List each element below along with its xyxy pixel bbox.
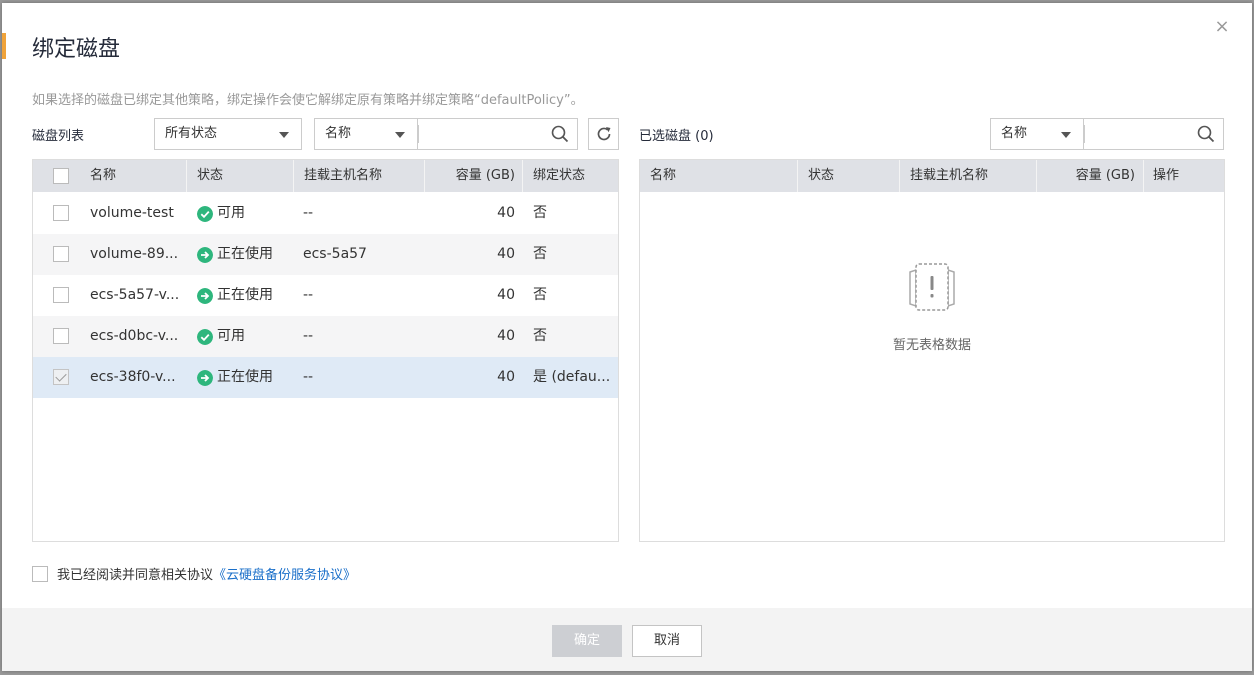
policy-notice: 如果选择的磁盘已绑定其他策略，绑定操作会使它解绑定原有策略并绑定策略“defau… [32,93,584,108]
empty-data-text: 暂无表格数据 [892,338,971,353]
agreement-checkbox[interactable] [32,566,48,582]
row-checkbox[interactable] [53,205,69,221]
row-checkbox[interactable] [53,328,69,344]
disk-capacity: 40 [497,369,515,385]
dialog-title: 绑定磁盘 [32,37,121,62]
table-header: 名称 状态 挂载主机名称 容量 (GB) 操作 [640,160,1224,192]
left-search-field-select[interactable]: 名称 [314,118,418,150]
disk-name: ecs-38f0-v... [90,369,176,385]
right-search-box [1084,118,1224,150]
chevron-down-icon [395,132,405,138]
cancel-button[interactable]: 取消 [632,625,702,657]
disk-host: -- [303,205,314,221]
agreement-prefix: 我已经阅读并同意相关协议 [57,568,214,583]
column-header: 挂载主机名称 [304,168,383,183]
disk-status: 正在使用 [217,369,273,385]
disk-name: volume-89... [90,246,179,262]
check-circle-icon [197,329,213,345]
table-row[interactable]: ecs-d0bc-v... 可用 -- 40 否 [33,316,618,357]
table-row[interactable]: ecs-38f0-v... 正在使用 -- 40 是 (defau... [33,357,618,398]
refresh-icon [597,127,611,141]
disk-bind-status: 否 [533,205,547,221]
disk-list-table: 名称 状态 挂载主机名称 容量 (GB) 绑定状态 volume-test 可用 -… [32,159,619,542]
left-search-input[interactable] [424,123,544,145]
column-header: 操作 [1153,168,1180,183]
column-header: 容量 (GB) [455,168,515,183]
disk-bind-status: 是 (defau... [533,369,611,385]
disk-host: ecs-5a57 [303,246,367,262]
select-all-checkbox[interactable] [53,168,69,184]
row-checkbox[interactable] [53,287,69,303]
disk-name: ecs-d0bc-v... [90,328,179,344]
dialog-footer: 确定 取消 [2,608,1252,671]
agreement-link[interactable]: 《云硬盘备份服务协议》 [213,568,356,583]
column-header: 名称 [90,168,117,183]
check-circle-icon [197,206,213,222]
right-search-field-value: 名称 [1001,126,1028,141]
disk-status: 正在使用 [217,287,273,303]
column-header: 绑定状态 [533,168,586,183]
chevron-down-icon [1061,132,1071,138]
arrow-right-circle-icon [197,247,213,263]
search-icon[interactable] [551,125,569,143]
table-row[interactable]: volume-89... 正在使用 ecs-5a57 40 否 [33,234,618,275]
refresh-button[interactable] [588,118,619,150]
column-header: 挂载主机名称 [910,168,989,183]
selected-disks-table: 名称 状态 挂载主机名称 容量 (GB) 操作 暂无表格数据 [639,159,1225,542]
confirm-button[interactable]: 确定 [552,625,622,657]
table-row[interactable]: ecs-5a57-v... 正在使用 -- 40 否 [33,275,618,316]
right-search-field-select[interactable]: 名称 [990,118,1084,150]
search-divider [418,125,419,143]
agreement-text: 我已经阅读并同意相关协议《云硬盘备份服务协议》 [57,564,356,583]
title-accent-bar [2,33,6,59]
column-header: 容量 (GB) [1075,168,1135,183]
arrow-right-circle-icon [197,370,213,386]
row-checkbox[interactable] [53,369,69,385]
column-header: 名称 [650,168,677,183]
bind-disk-dialog: 绑定磁盘 × 如果选择的磁盘已绑定其他策略，绑定操作会使它解绑定原有策略并绑定策… [2,3,1252,671]
disk-bind-status: 否 [533,287,547,303]
disk-host: -- [303,369,314,385]
disk-status: 可用 [217,205,245,221]
disk-name: volume-test [90,205,174,221]
disk-status: 可用 [217,328,245,344]
disk-bind-status: 否 [533,246,547,262]
column-header: 状态 [808,168,835,183]
disk-capacity: 40 [497,328,515,344]
disk-list-label: 磁盘列表 [32,129,85,144]
chevron-down-icon [279,132,289,138]
status-filter-select[interactable]: 所有状态 [154,118,302,150]
table-header: 名称 状态 挂载主机名称 容量 (GB) 绑定状态 [33,160,618,192]
right-search-input[interactable] [1090,123,1190,145]
close-icon[interactable]: × [1212,17,1232,37]
table-row[interactable]: volume-test 可用 -- 40 否 [33,193,618,234]
search-icon[interactable] [1197,125,1215,143]
disk-capacity: 40 [497,205,515,221]
disk-status: 正在使用 [217,246,273,262]
disk-capacity: 40 [497,246,515,262]
row-checkbox[interactable] [53,246,69,262]
disk-host: -- [303,328,314,344]
disk-bind-status: 否 [533,328,547,344]
status-filter-value: 所有状态 [165,126,218,141]
left-search-box [418,118,578,150]
arrow-right-circle-icon [197,288,213,304]
disk-host: -- [303,287,314,303]
selected-disks-label: 已选磁盘 (0) [639,129,714,144]
empty-data-icon [909,263,955,311]
column-header: 状态 [197,168,224,183]
left-search-field-value: 名称 [325,126,352,141]
disk-name: ecs-5a57-v... [90,287,180,303]
disk-capacity: 40 [497,287,515,303]
search-divider [1084,125,1085,143]
